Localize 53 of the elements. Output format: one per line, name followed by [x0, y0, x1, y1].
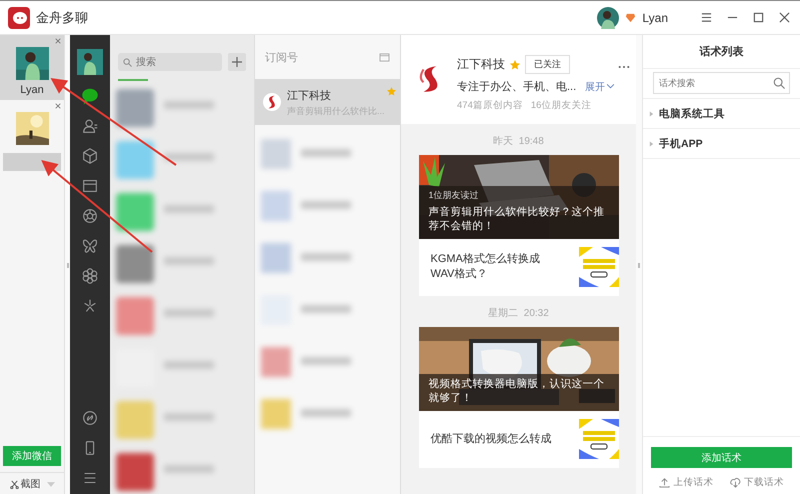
read-note: 1位朋友读过	[428, 188, 480, 202]
article-title: 声音剪辑用什么软件比较好？这个推荐不会错的！	[428, 204, 606, 234]
search-field[interactable]: 搜索	[118, 53, 222, 71]
screenshot-button[interactable]: 截图	[10, 477, 40, 491]
column-title: 订阅号	[265, 50, 298, 64]
account-name: 江下科技	[287, 88, 332, 102]
timestamp: 昨天 19:48	[493, 135, 544, 149]
cube-icon[interactable]	[81, 147, 99, 165]
close-icon[interactable]	[55, 103, 61, 109]
upload-link[interactable]: 上传话术	[659, 476, 714, 489]
account-stat: 16位朋友关注	[530, 99, 592, 112]
download-link[interactable]: 下载话术	[730, 476, 784, 489]
account-name-placeholder	[3, 153, 61, 171]
article-item[interactable]: 优酷下载的视频怎么转成	[418, 411, 618, 468]
add-icon[interactable]	[228, 53, 246, 71]
aperture-icon[interactable]	[81, 207, 99, 225]
app-logo-icon	[8, 6, 30, 28]
butterfly-icon[interactable]	[81, 237, 99, 255]
account-name: 江下科技	[457, 56, 505, 73]
flower-icon[interactable]	[81, 267, 99, 285]
close-icon[interactable]	[779, 12, 790, 23]
followed-button[interactable]: 已关注	[525, 55, 570, 74]
panel-title: 话术列表	[643, 35, 800, 69]
category-item[interactable]: 电脑系统工具	[643, 99, 800, 129]
close-icon[interactable]	[55, 38, 61, 44]
search-icon[interactable]	[773, 77, 785, 89]
chevron-down-icon	[607, 84, 614, 89]
expand-link[interactable]: 展开	[585, 80, 614, 94]
link-icon[interactable]	[81, 409, 99, 427]
account-description: 专注于办公、手机、电...	[457, 80, 576, 94]
menu-icon[interactable]	[701, 12, 712, 23]
cloud-download-icon	[730, 477, 741, 488]
article-title: 视频格式转换器电脑版，认识这一个就够了！	[428, 376, 606, 406]
window-title: 金舟多聊	[36, 8, 88, 26]
timestamp: 星期二 20:32	[488, 306, 549, 321]
article-cover[interactable]: 视频格式转换器电脑版，认识这一个就够了！	[418, 327, 618, 411]
article-item[interactable]: KGMA格式怎么转换成WAV格式？	[418, 239, 618, 296]
folder-icon[interactable]	[81, 177, 99, 195]
chat-icon[interactable]	[81, 87, 99, 105]
logo-icon	[263, 93, 281, 111]
account-tab[interactable]: Lyan	[0, 35, 64, 100]
search-field[interactable]: 话术搜索	[653, 72, 790, 94]
user-name: Lyan	[642, 10, 668, 24]
more-icon[interactable]	[618, 65, 630, 69]
maximize-icon[interactable]	[753, 12, 764, 23]
account-stat: 474篇原创内容	[457, 99, 523, 112]
account-name: Lyan	[20, 84, 44, 96]
search-icon	[123, 58, 132, 67]
category-item[interactable]: 手机APP	[643, 129, 800, 159]
vip-badge-icon	[625, 12, 636, 23]
contacts-icon[interactable]	[81, 117, 99, 135]
upload-icon	[659, 477, 670, 488]
scissors-icon	[10, 480, 18, 488]
